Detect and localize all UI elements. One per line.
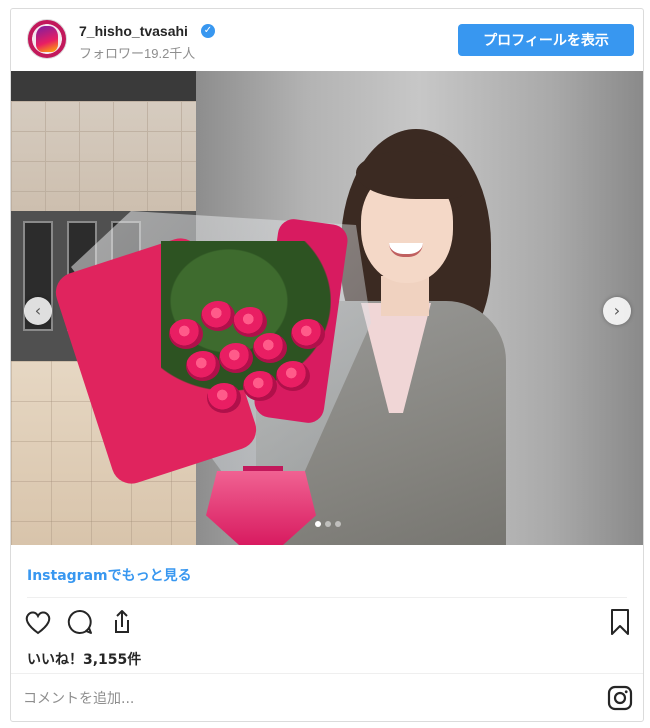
rose [186,351,220,381]
username-link[interactable]: 7_hisho_tvasahi [79,23,188,39]
verified-badge-icon: ✓ [201,24,215,38]
instagram-embed-card: 7_hisho_tvasahi ✓ フォロワー19.2千人 プロフィールを表示 [10,8,644,722]
post-header: 7_hisho_tvasahi ✓ フォロワー19.2千人 プロフィールを表示 [11,9,643,71]
rose [291,319,325,349]
rose [276,361,310,391]
share-icon[interactable] [107,607,137,637]
rose [253,333,287,363]
rose [201,301,235,331]
carousel-dot [335,521,341,527]
profile-avatar[interactable] [27,19,67,59]
rose [207,383,241,413]
divider [27,597,627,598]
comment-input[interactable] [23,685,583,713]
comment-bubble-icon[interactable] [65,607,95,637]
follower-count: フォロワー19.2千人 [79,46,196,61]
chevron-left-icon[interactable]: ‹ [24,297,52,325]
carousel-dot-active [315,521,321,527]
view-profile-button[interactable]: プロフィールを表示 [458,24,634,56]
background-ceiling [11,71,211,101]
rose [219,343,253,373]
avatar-image [36,26,58,52]
chevron-right-icon[interactable]: › [603,297,631,325]
rose [243,371,277,401]
carousel-dot [325,521,331,527]
rose [169,319,203,349]
divider [11,673,643,674]
instagram-logo-icon[interactable] [607,685,633,711]
bookmark-icon[interactable] [605,607,635,637]
like-count: いいね！3,155件 [27,652,142,668]
view-more-on-instagram-link[interactable]: Instagramでもっと見る [27,565,192,585]
post-photo[interactable]: ‹ › [11,71,643,545]
heart-icon[interactable] [23,607,53,637]
rose [233,307,267,337]
carousel-indicator [303,521,353,529]
